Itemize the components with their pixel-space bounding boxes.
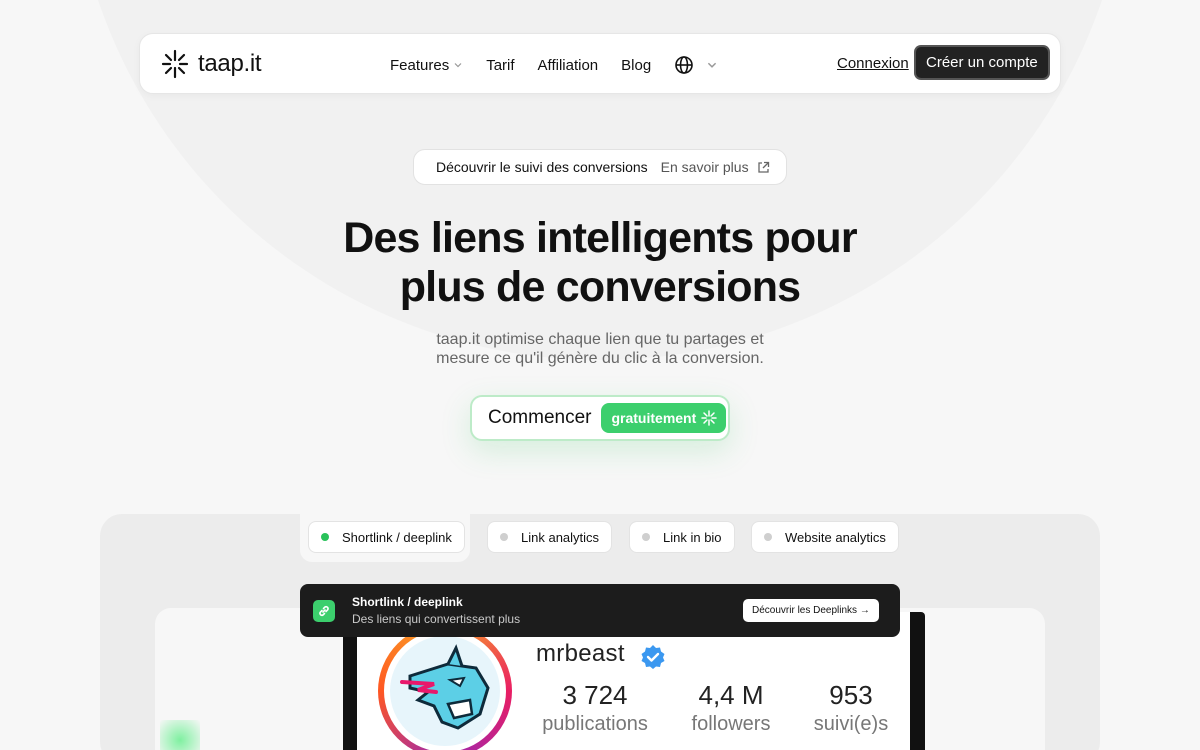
hero-subtitle-line1: taap.it optimise chaque lien que tu part… [436, 331, 764, 348]
tab-link-analytics-label: Link analytics [521, 529, 600, 545]
tab-shortlink[interactable]: Shortlink / deeplink [308, 521, 465, 553]
tab-link-analytics[interactable]: Link analytics [487, 521, 613, 553]
tab-website-analytics-label: Website analytics [785, 529, 886, 545]
banner-title: Shortlink / deeplink [352, 595, 463, 609]
stat-following-value: 953 [829, 680, 873, 710]
top-navbar: taap.it Features Tarif Affiliation Blog … [139, 33, 1061, 94]
hero-subtitle-line2: mesure ce qu'il génère du clic à la conv… [436, 350, 764, 367]
status-dot [500, 533, 508, 541]
decorative-glow [160, 720, 200, 750]
mrbeast-logo-icon [390, 636, 500, 746]
nav-links: Features Tarif Affiliation Blog [390, 55, 741, 75]
stat-following: 953 suivi(e)s [806, 680, 896, 736]
status-dot [642, 533, 650, 541]
announcement-text: Découvrir le suivi des conversions [436, 159, 648, 175]
status-dot [321, 533, 329, 541]
status-dot [764, 533, 772, 541]
cta-start-button[interactable]: Commencer gratuitement [470, 395, 730, 441]
stat-publications-label: publications [542, 713, 648, 735]
nav-features-label: Features [390, 56, 450, 74]
tab-shortlink-label: Shortlink / deeplink [342, 529, 452, 545]
nav-tarif[interactable]: Tarif [486, 57, 514, 74]
stat-followers-label: followers [691, 713, 771, 735]
feature-banner: Shortlink / deeplink Des liens qui conve… [300, 584, 900, 637]
language-selector[interactable] [674, 55, 718, 75]
taapit-logo-icon [161, 49, 189, 79]
nav-affiliation[interactable]: Affiliation [538, 57, 599, 74]
profile-username: mrbeast [536, 640, 625, 667]
logo[interactable]: taap.it [159, 48, 262, 80]
spark-icon [701, 410, 718, 426]
discover-deeplinks-button[interactable]: Découvrir les Deeplinks → [743, 599, 879, 622]
cta-label: Commencer [488, 407, 592, 428]
hero-title: Des liens intelligents pour plus de conv… [0, 214, 1200, 312]
tab-website-analytics[interactable]: Website analytics [751, 521, 899, 553]
chevron-down-icon [454, 63, 462, 68]
link-icon [313, 600, 335, 622]
hero-title-line1: Des liens intelligents pour [343, 214, 857, 262]
announcement-link[interactable]: En savoir plus [661, 159, 749, 175]
tab-link-in-bio[interactable]: Link in bio [629, 521, 735, 553]
nav-features[interactable]: Features [390, 57, 463, 74]
verified-badge-icon [641, 645, 665, 669]
avatar-inner [384, 630, 506, 750]
stat-publications-value: 3 724 [562, 680, 628, 710]
stat-followers: 4,4 M followers [685, 680, 777, 736]
hero-subtitle: taap.it optimise chaque lien que tu part… [0, 330, 1200, 368]
avatar [378, 624, 512, 750]
external-link-icon [757, 161, 769, 173]
announcement-pill[interactable]: Découvrir le suivi des conversions En sa… [413, 149, 787, 185]
cta-badge: gratuitement [601, 403, 727, 433]
stat-following-label: suivi(e)s [813, 713, 889, 735]
chevron-down-icon [708, 62, 717, 68]
globe-icon [675, 56, 693, 74]
hero-title-line2: plus de conversions [399, 263, 801, 311]
logo-text: taap.it [198, 50, 262, 77]
banner-subtitle: Des liens qui convertissent plus [352, 612, 521, 626]
stat-followers-value: 4,4 M [698, 680, 764, 710]
cta-badge-label: gratuitement [611, 410, 697, 426]
login-link[interactable]: Connexion [837, 55, 909, 72]
tab-link-in-bio-label: Link in bio [663, 529, 722, 545]
nav-blog[interactable]: Blog [621, 57, 651, 74]
stat-publications: 3 724 publications [536, 680, 654, 736]
signup-button[interactable]: Créer un compte [916, 47, 1048, 78]
